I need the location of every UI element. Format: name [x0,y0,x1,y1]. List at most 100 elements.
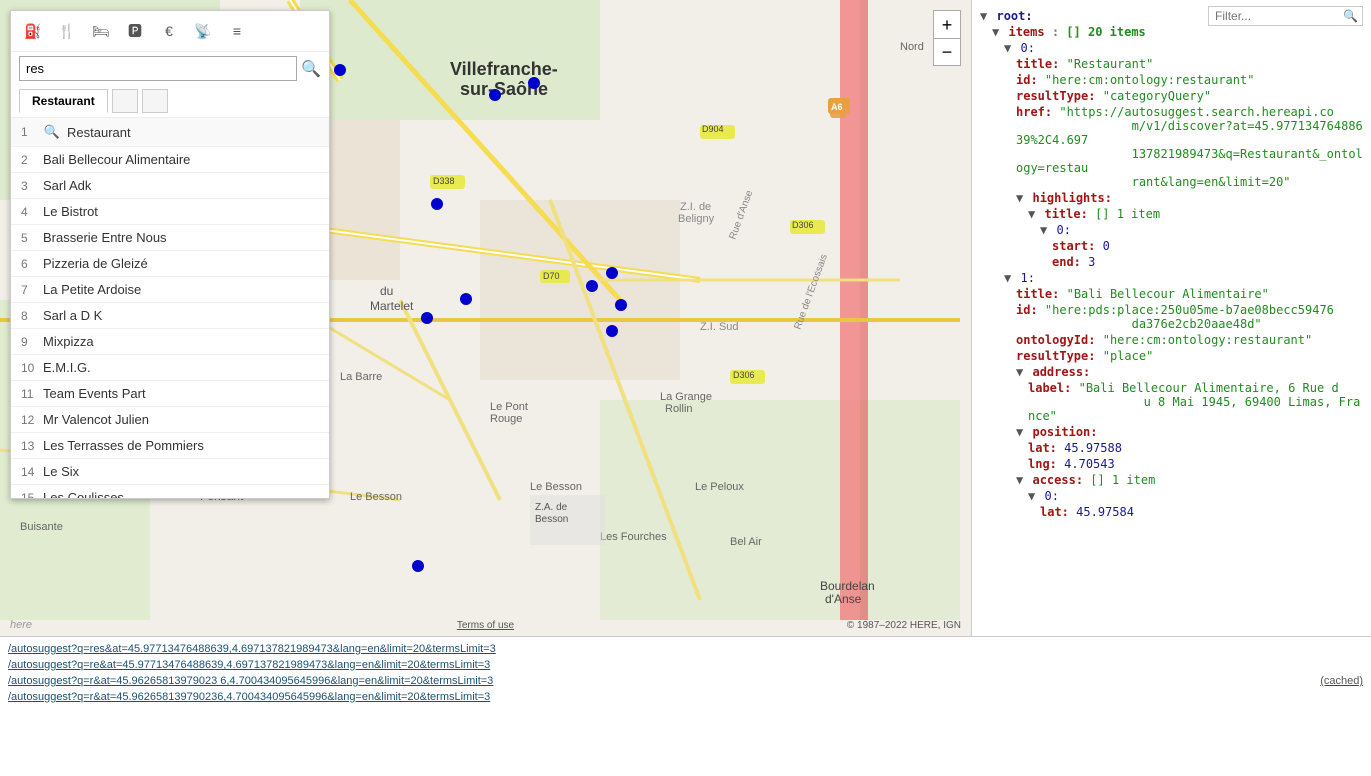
zoom-out-button[interactable]: − [933,38,961,66]
result-item-6[interactable]: 6Pizzeria de Gleizé [11,251,329,277]
result-item-13[interactable]: 13Les Terrasses de Pommiers [11,433,329,459]
1-access-collapse[interactable]: ▼ [1016,473,1023,487]
filter-input[interactable] [1209,7,1339,25]
map-dot [615,299,627,311]
result-item-1[interactable]: 1🔍Restaurant [11,118,329,147]
1-lat-val: 45.97588 [1064,441,1122,455]
result-text-15: Les Coulisses [43,490,124,498]
result-item-5[interactable]: 5Brasserie Entre Nous [11,225,329,251]
result-num-4: 4 [21,205,43,219]
result-item-15[interactable]: 15Les Coulisses [11,485,329,498]
svg-text:Beligny: Beligny [678,213,715,225]
log-cached-badge: (cached) [1320,675,1363,687]
icon-restaurant[interactable]: 🍴 [53,17,81,45]
result-item-2[interactable]: 2Bali Bellecour Alimentaire [11,147,329,173]
result-text-5: Brasserie Entre Nous [43,230,167,245]
tab-row: Restaurant [11,85,329,118]
hl-title-collapse[interactable]: ▼ [1028,207,1035,221]
top-area: Gleizé Villefranche- sur-Saône du Martel… [0,0,1371,636]
map-dot [606,325,618,337]
json-end: end: 3 [972,254,1371,270]
result-item-3[interactable]: 3Sarl Adk [11,173,329,199]
start-key: start: [1052,239,1095,253]
1-position-key: position: [1032,425,1097,439]
log-item-4[interactable]: /autosuggest?q=r&at=45.962658139790236,4… [8,689,1363,705]
log-url-3: /autosuggest?q=r&at=45.96265813979023 6,… [8,675,493,687]
icon-transit[interactable]: 📡 [189,17,217,45]
filter-search-icon: 🔍 [1339,7,1362,25]
log-item-1[interactable]: /autosuggest?q=res&at=45.97713476488639,… [8,641,1363,657]
icon-fuel[interactable]: ⛽ [19,17,47,45]
svg-text:Besson: Besson [535,514,568,525]
tab-restaurant[interactable]: Restaurant [19,89,108,113]
json-1-title: title: "Bali Bellecour Alimentaire" [972,286,1371,302]
1-access-lat-key: lat: [1040,505,1069,519]
highlights-collapse[interactable]: ▼ [1016,191,1023,205]
zoom-in-button[interactable]: + [933,10,961,38]
json-href: href: "https://autosuggest.search.hereap… [972,104,1371,190]
result-text-1: Restaurant [67,125,131,140]
href-key: href: [1016,105,1052,119]
tab-2[interactable] [112,89,138,113]
result-num-7: 7 [21,283,43,297]
svg-text:Les Fourches: Les Fourches [600,531,667,543]
result-item-10[interactable]: 10E.M.I.G. [11,355,329,381]
result-text-2: Bali Bellecour Alimentaire [43,152,190,167]
icon-hotel[interactable]: 🛏 [87,17,115,45]
result-item-9[interactable]: 9Mixpizza [11,329,329,355]
log-url-1: /autosuggest?q=res&at=45.97713476488639,… [8,643,496,655]
svg-text:d'Anse: d'Anse [825,592,862,606]
log-url-2: /autosuggest?q=re&at=45.97713476488639,4… [8,659,490,671]
map-dot [460,293,472,305]
item1-collapse[interactable]: ▼ [1004,271,1011,285]
json-1-lng: lng: 4.70543 [972,456,1371,472]
result-item-7[interactable]: 7La Petite Ardoise [11,277,329,303]
json-id: id: "here:cm:ontology:restaurant" [972,72,1371,88]
search-icons-row: ⛽ 🍴 🛏 🅿 € 📡 ≡ [11,11,329,52]
result-item-4[interactable]: 4Le Bistrot [11,199,329,225]
result-item-12[interactable]: 12Mr Valencot Julien [11,407,329,433]
icon-parking[interactable]: 🅿 [121,17,149,45]
json-1-lat: lat: 45.97588 [972,440,1371,456]
map-terms-link[interactable]: Terms of use [457,620,514,631]
search-input[interactable] [19,56,297,81]
result-item-8[interactable]: 8Sarl a D K [11,303,329,329]
result-num-10: 10 [21,361,43,375]
hl-title-val: [] 1 item [1095,207,1160,221]
1-id-val: "here:pds:place:250u05me-b7ae08becc59476… [1016,303,1334,331]
result-text-12: Mr Valencot Julien [43,412,149,427]
hl0-collapse[interactable]: ▼ [1040,223,1047,237]
svg-text:La Grange: La Grange [660,391,712,403]
1-access0-collapse[interactable]: ▼ [1028,489,1035,503]
svg-text:Nord: Nord [900,41,924,53]
icon-money[interactable]: € [155,17,183,45]
items-collapse[interactable]: ▼ [992,25,999,39]
1-title-key: title: [1016,287,1059,301]
1-ontologyid-val: "here:cm:ontology:restaurant" [1103,333,1313,347]
search-submit-button[interactable]: 🔍 [301,59,321,79]
1-resulttype-val: "place" [1103,349,1154,363]
log-item-2[interactable]: /autosuggest?q=re&at=45.97713476488639,4… [8,657,1363,673]
1-address-collapse[interactable]: ▼ [1016,365,1023,379]
icon-more[interactable]: ≡ [223,17,251,45]
results-list: 1🔍Restaurant2Bali Bellecour Alimentaire3… [11,118,329,498]
result-text-7: La Petite Ardoise [43,282,141,297]
1-lat-key: lat: [1028,441,1057,455]
log-item-3[interactable]: /autosuggest?q=r&at=45.96265813979023 6,… [8,673,1363,689]
tab-3[interactable] [142,89,168,113]
here-logo: here [10,619,32,631]
result-num-14: 14 [21,465,43,479]
1-position-collapse[interactable]: ▼ [1016,425,1023,439]
item0-collapse[interactable]: ▼ [1004,41,1011,55]
result-item-14[interactable]: 14Le Six [11,459,329,485]
svg-text:Le Peloux: Le Peloux [695,481,744,493]
result-text-11: Team Events Part [43,386,146,401]
map-dot [528,77,540,89]
1-access-key: access: [1032,473,1083,487]
root-collapse[interactable]: ▼ [980,9,987,23]
map-dot [421,312,433,324]
result-item-11[interactable]: 11Team Events Part [11,381,329,407]
json-1-access-lat: lat: 45.97584 [972,504,1371,520]
main-container: Gleizé Villefranche- sur-Saône du Martel… [0,0,1371,776]
1-access-lat-val: 45.97584 [1076,505,1134,519]
